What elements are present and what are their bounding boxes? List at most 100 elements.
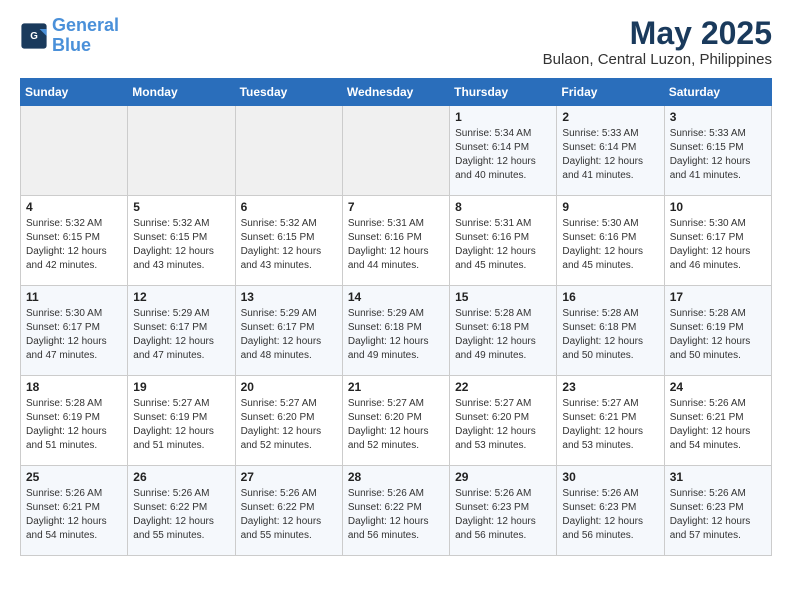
calendar-cell: 11 Sunrise: 5:30 AM Sunset: 6:17 PM Dayli… <box>21 286 128 376</box>
day-number: 31 <box>670 470 766 484</box>
day-info: Sunrise: 5:30 AM Sunset: 6:17 PM Dayligh… <box>26 307 122 363</box>
calendar-cell <box>342 106 449 196</box>
calendar-cell: 24 Sunrise: 5:26 AM Sunset: 6:21 PM Dayli… <box>664 376 771 466</box>
logo-icon: G <box>20 22 48 50</box>
day-info: Sunrise: 5:26 AM Sunset: 6:22 PM Dayligh… <box>133 487 229 543</box>
calendar-cell: 21 Sunrise: 5:27 AM Sunset: 6:20 PM Dayli… <box>342 376 449 466</box>
calendar-cell: 29 Sunrise: 5:26 AM Sunset: 6:23 PM Dayli… <box>450 466 557 556</box>
calendar-header: Sunday Monday Tuesday Wednesday Thursday… <box>21 79 772 106</box>
day-number: 12 <box>133 290 229 304</box>
header-friday: Friday <box>557 79 664 106</box>
calendar-cell: 17Sunrise: 5:28 AM Sunset: 6:19 PM Dayli… <box>664 286 771 376</box>
logo: G GeneralBlue <box>20 16 119 56</box>
day-info: Sunrise: 5:31 AM Sunset: 6:16 PM Dayligh… <box>348 217 444 273</box>
day-info: Sunrise: 5:32 AM Sunset: 6:15 PM Dayligh… <box>241 217 337 273</box>
calendar-cell: 8 Sunrise: 5:31 AM Sunset: 6:16 PM Daylig… <box>450 196 557 286</box>
main-title: May 2025 <box>543 16 772 51</box>
day-info: Sunrise: 5:26 AM Sunset: 6:22 PM Dayligh… <box>241 487 337 543</box>
calendar-week-4: 18 Sunrise: 5:28 AM Sunset: 6:19 PM Dayli… <box>21 376 772 466</box>
day-number: 15 <box>455 290 551 304</box>
calendar-cell: 25 Sunrise: 5:26 AM Sunset: 6:21 PM Dayli… <box>21 466 128 556</box>
calendar-cell <box>235 106 342 196</box>
svg-text:G: G <box>30 31 38 42</box>
day-number: 13 <box>241 290 337 304</box>
page-header: G GeneralBlue May 2025 Bulaon, Central L… <box>20 16 772 68</box>
day-number: 20 <box>241 380 337 394</box>
day-info: Sunrise: 5:27 AM Sunset: 6:21 PM Dayligh… <box>562 397 658 453</box>
day-info: Sunrise: 5:26 AM Sunset: 6:23 PM Dayligh… <box>670 487 766 543</box>
calendar-cell: 7 Sunrise: 5:31 AM Sunset: 6:16 PM Daylig… <box>342 196 449 286</box>
day-info: Sunrise: 5:29 AM Sunset: 6:17 PM Dayligh… <box>133 307 229 363</box>
day-number: 4 <box>26 200 122 214</box>
calendar-cell: 20 Sunrise: 5:27 AM Sunset: 6:20 PM Dayli… <box>235 376 342 466</box>
day-number: 26 <box>133 470 229 484</box>
day-info: Sunrise: 5:33 AM Sunset: 6:14 PM Dayligh… <box>562 127 658 183</box>
calendar-cell: 22Sunrise: 5:27 AM Sunset: 6:20 PM Dayli… <box>450 376 557 466</box>
day-info: Sunrise: 5:29 AM Sunset: 6:18 PM Dayligh… <box>348 307 444 363</box>
calendar-cell <box>21 106 128 196</box>
title-block: May 2025 Bulaon, Central Luzon, Philippi… <box>543 16 772 68</box>
day-info: Sunrise: 5:28 AM Sunset: 6:18 PM Dayligh… <box>455 307 551 363</box>
calendar-cell: 3Sunrise: 5:33 AM Sunset: 6:15 PM Daylig… <box>664 106 771 196</box>
calendar-week-2: 4 Sunrise: 5:32 AM Sunset: 6:15 PM Daylig… <box>21 196 772 286</box>
day-info: Sunrise: 5:31 AM Sunset: 6:16 PM Dayligh… <box>455 217 551 273</box>
header-tuesday: Tuesday <box>235 79 342 106</box>
header-row: Sunday Monday Tuesday Wednesday Thursday… <box>21 79 772 106</box>
day-info: Sunrise: 5:32 AM Sunset: 6:15 PM Dayligh… <box>133 217 229 273</box>
calendar-cell: 18 Sunrise: 5:28 AM Sunset: 6:19 PM Dayli… <box>21 376 128 466</box>
day-number: 21 <box>348 380 444 394</box>
calendar-week-5: 25 Sunrise: 5:26 AM Sunset: 6:21 PM Dayli… <box>21 466 772 556</box>
header-wednesday: Wednesday <box>342 79 449 106</box>
day-info: Sunrise: 5:28 AM Sunset: 6:18 PM Dayligh… <box>562 307 658 363</box>
calendar-cell: 30Sunrise: 5:26 AM Sunset: 6:23 PM Dayli… <box>557 466 664 556</box>
day-number: 30 <box>562 470 658 484</box>
day-info: Sunrise: 5:28 AM Sunset: 6:19 PM Dayligh… <box>26 397 122 453</box>
header-sunday: Sunday <box>21 79 128 106</box>
calendar-cell: 5 Sunrise: 5:32 AM Sunset: 6:15 PM Daylig… <box>128 196 235 286</box>
day-info: Sunrise: 5:26 AM Sunset: 6:21 PM Dayligh… <box>26 487 122 543</box>
day-number: 24 <box>670 380 766 394</box>
calendar-page: G GeneralBlue May 2025 Bulaon, Central L… <box>0 0 792 572</box>
calendar-cell: 2 Sunrise: 5:33 AM Sunset: 6:14 PM Daylig… <box>557 106 664 196</box>
calendar-cell: 28Sunrise: 5:26 AM Sunset: 6:22 PM Dayli… <box>342 466 449 556</box>
day-number: 19 <box>133 380 229 394</box>
day-info: Sunrise: 5:30 AM Sunset: 6:16 PM Dayligh… <box>562 217 658 273</box>
calendar-cell: 23 Sunrise: 5:27 AM Sunset: 6:21 PM Dayli… <box>557 376 664 466</box>
calendar-cell: 1 Sunrise: 5:34 AM Sunset: 6:14 PM Daylig… <box>450 106 557 196</box>
day-number: 6 <box>241 200 337 214</box>
day-number: 23 <box>562 380 658 394</box>
day-number: 1 <box>455 110 551 124</box>
day-info: Sunrise: 5:29 AM Sunset: 6:17 PM Dayligh… <box>241 307 337 363</box>
day-number: 18 <box>26 380 122 394</box>
calendar-cell: 13 Sunrise: 5:29 AM Sunset: 6:17 PM Dayli… <box>235 286 342 376</box>
day-number: 8 <box>455 200 551 214</box>
subtitle: Bulaon, Central Luzon, Philippines <box>543 51 772 68</box>
day-info: Sunrise: 5:26 AM Sunset: 6:21 PM Dayligh… <box>670 397 766 453</box>
day-number: 29 <box>455 470 551 484</box>
day-info: Sunrise: 5:27 AM Sunset: 6:20 PM Dayligh… <box>241 397 337 453</box>
day-info: Sunrise: 5:32 AM Sunset: 6:15 PM Dayligh… <box>26 217 122 273</box>
day-info: Sunrise: 5:27 AM Sunset: 6:20 PM Dayligh… <box>455 397 551 453</box>
calendar-cell <box>128 106 235 196</box>
day-number: 25 <box>26 470 122 484</box>
calendar-table: Sunday Monday Tuesday Wednesday Thursday… <box>20 78 772 556</box>
day-info: Sunrise: 5:26 AM Sunset: 6:23 PM Dayligh… <box>455 487 551 543</box>
header-saturday: Saturday <box>664 79 771 106</box>
day-info: Sunrise: 5:34 AM Sunset: 6:14 PM Dayligh… <box>455 127 551 183</box>
day-info: Sunrise: 5:27 AM Sunset: 6:20 PM Dayligh… <box>348 397 444 453</box>
calendar-cell: 27Sunrise: 5:26 AM Sunset: 6:22 PM Dayli… <box>235 466 342 556</box>
header-monday: Monday <box>128 79 235 106</box>
day-info: Sunrise: 5:27 AM Sunset: 6:19 PM Dayligh… <box>133 397 229 453</box>
calendar-cell: 4 Sunrise: 5:32 AM Sunset: 6:15 PM Daylig… <box>21 196 128 286</box>
day-number: 17 <box>670 290 766 304</box>
calendar-cell: 12 Sunrise: 5:29 AM Sunset: 6:17 PM Dayli… <box>128 286 235 376</box>
day-number: 2 <box>562 110 658 124</box>
day-number: 9 <box>562 200 658 214</box>
calendar-cell: 16 Sunrise: 5:28 AM Sunset: 6:18 PM Dayli… <box>557 286 664 376</box>
calendar-body: 1 Sunrise: 5:34 AM Sunset: 6:14 PM Daylig… <box>21 106 772 556</box>
day-number: 11 <box>26 290 122 304</box>
day-number: 7 <box>348 200 444 214</box>
day-number: 5 <box>133 200 229 214</box>
day-number: 3 <box>670 110 766 124</box>
day-number: 16 <box>562 290 658 304</box>
